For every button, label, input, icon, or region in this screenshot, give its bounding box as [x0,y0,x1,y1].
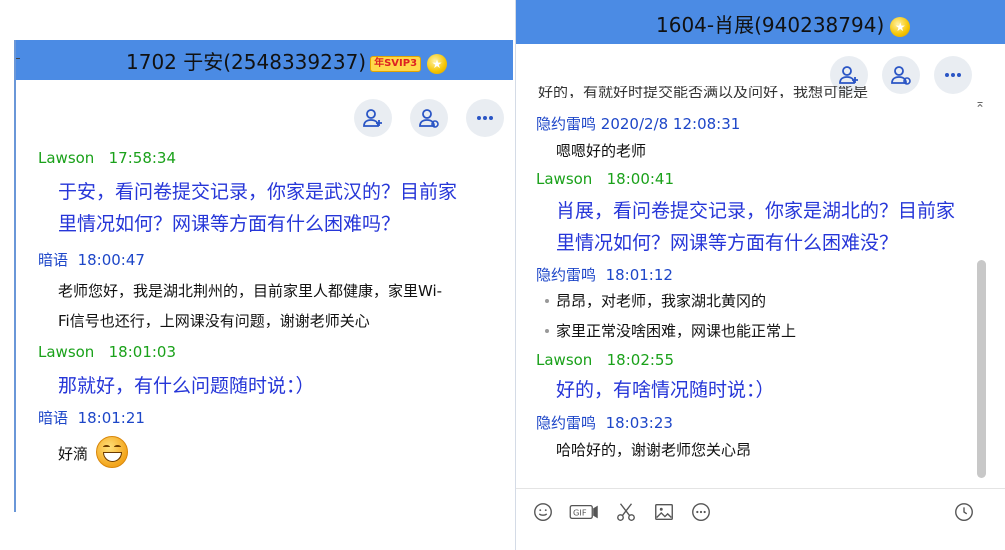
message-text: 好的，有啥情况随时说：） [556,374,775,406]
more-icon [692,503,710,521]
message-text: 嗯嗯好的老师 [556,136,646,166]
sender-name: Lawson [536,170,593,188]
manage-member-button[interactable] [410,99,448,137]
scrollbar-thumb[interactable] [977,260,986,478]
message-line: 嗯嗯好的老师 [556,142,647,160]
message-header: 隐约雷鸣 18:01:12 [536,264,673,285]
message-text: 于安，看问卷提交记录，你家是武汉的？目前家 里情况如何？网课等方面有什么困难吗？ [58,176,513,240]
message-line: 好的，有啥情况随时说：） [556,379,775,401]
emoji-button[interactable] [531,500,555,524]
message-line: 于安，看问卷提交记录，你家是武汉的？目前家 [58,181,458,203]
line-bullet [545,329,549,333]
sender-name: 隐约雷鸣 [536,115,597,133]
sender-name: Lawson [536,351,593,369]
add-member-button[interactable] [354,99,392,137]
message-header: 暗语 18:00:47 [38,249,145,270]
scroll-up-icon[interactable]: ⌅ [975,96,985,110]
message-header: Lawson 18:00:41 [536,170,674,188]
grin-emoji-icon [96,436,128,468]
more-options-icon [477,116,493,120]
sender-name: 暗语 [38,409,69,427]
left-title-bar[interactable]: 1702 于安(2548339237) 年SVIP3 ★ [16,40,513,80]
more-tools-button[interactable] [689,500,713,524]
star-icon: ★ [890,16,911,37]
star-icon: ★ [427,53,448,74]
more-options-button[interactable] [466,99,504,137]
manage-member-button[interactable] [882,56,920,94]
message-line: 里情况如何？网课等方面有什么困难吗？ [58,213,401,235]
sender-name: 暗语 [38,251,69,269]
message-text: 好滴 [58,439,88,469]
left-title-text: 1702 于安(2548339237) [126,50,367,74]
gif-button[interactable]: GIF [568,500,600,524]
emoji-icon [534,503,552,521]
message-line: 肖展，看问卷提交记录，你家是湖北的？目前家 [556,200,956,222]
message-line: 老师您好，我是湖北荆州的，目前家里人都健康，家里Wi- [58,282,443,300]
history-button[interactable] [952,500,976,524]
message-text: 昂昂，对老师，我家湖北黄冈的 家里正常没啥困难，网课也能正常上 [556,286,796,346]
gif-icon: GIF [569,504,598,520]
message-line: 昂昂，对老师，我家湖北黄冈的 [556,292,767,310]
scrolled-partial-message: 好的，有就好时提交能否满以及问好，我想可能是 [538,86,869,98]
right-chat-window: 1604-肖展(940238794) ★ 好的，有就好时提交能否满以及问好，我想可… [515,0,1005,550]
clock-icon [955,503,973,521]
message-line: 家里正常没啥困难，网课也能正常上 [556,322,797,340]
right-title-text: 1604-肖展(940238794) [656,13,885,37]
message-header: Lawson 17:58:34 [38,149,176,167]
right-title-bar[interactable]: 1604-肖展(940238794) ★ [516,0,1005,44]
line-bullet [545,299,549,303]
toolbar-divider [516,488,1005,489]
manage-member-icon [891,66,911,85]
message-time: 18:03:23 [605,414,673,432]
message-text: 老师您好，我是湖北荆州的，目前家里人都健康，家里Wi- Fi信号也还行，上网课没… [58,276,442,336]
message-line: 那就好，有什么问题随时说：） [58,375,315,397]
message-time: 18:00:47 [77,251,145,269]
message-text: 那就好，有什么问题随时说：） [58,370,315,402]
message-line: 好滴 [58,445,89,463]
message-text: 哈哈好的，谢谢老师您关心昂 [556,435,751,465]
message-time: 18:01:21 [77,409,145,427]
left-chat-window: 1702 于安(2548339237) 年SVIP3 ★ Lawson 17:58:… [14,40,513,512]
message-time: 18:02:55 [606,351,675,369]
left-title: 1702 于安(2548339237) 年SVIP3 ★ [126,46,448,75]
message-time: 18:01:12 [605,266,673,284]
image-icon [655,503,673,521]
sender-name: 隐约雷鸣 [536,414,597,432]
sender-name: 隐约雷鸣 [536,266,597,284]
manage-member-icon [419,109,439,128]
message-time: 17:58:34 [108,149,177,167]
sender-name: Lawson [38,149,95,167]
more-options-button[interactable] [934,56,972,94]
more-options-icon [945,73,961,77]
message-line: Fi信号也还行，上网课没有问题，谢谢老师关心 [58,312,370,330]
vip-badge: 年SVIP3 [370,55,422,72]
add-member-icon [839,66,858,84]
message-header: 隐约雷鸣 18:03:23 [536,412,673,433]
message-header: 暗语 18:01:21 [38,407,145,428]
message-line: 里情况如何？网课等方面有什么困难没？ [556,232,899,254]
add-member-icon [363,109,382,127]
message-header: 隐约雷鸣 2020/2/8 12:08:31 [536,113,740,134]
left-edge-mark [16,58,20,59]
message-time: 18:00:41 [606,170,675,188]
svg-text:GIF: GIF [573,508,587,518]
screenshot-button[interactable] [614,500,638,524]
message-header: Lawson 18:01:03 [38,343,176,361]
message-time: 18:01:03 [108,343,177,361]
sender-name: Lawson [38,343,95,361]
image-button[interactable] [652,500,676,524]
scissors-icon [617,503,635,521]
message-time: 2020/2/8 12:08:31 [600,115,741,133]
message-line: 哈哈好的，谢谢老师您关心昂 [556,441,752,459]
message-text: 肖展，看问卷提交记录，你家是湖北的？目前家 里情况如何？网课等方面有什么困难没？ [556,195,986,259]
message-header: Lawson 18:02:55 [536,351,674,369]
right-title: 1604-肖展(940238794) ★ [656,9,911,38]
